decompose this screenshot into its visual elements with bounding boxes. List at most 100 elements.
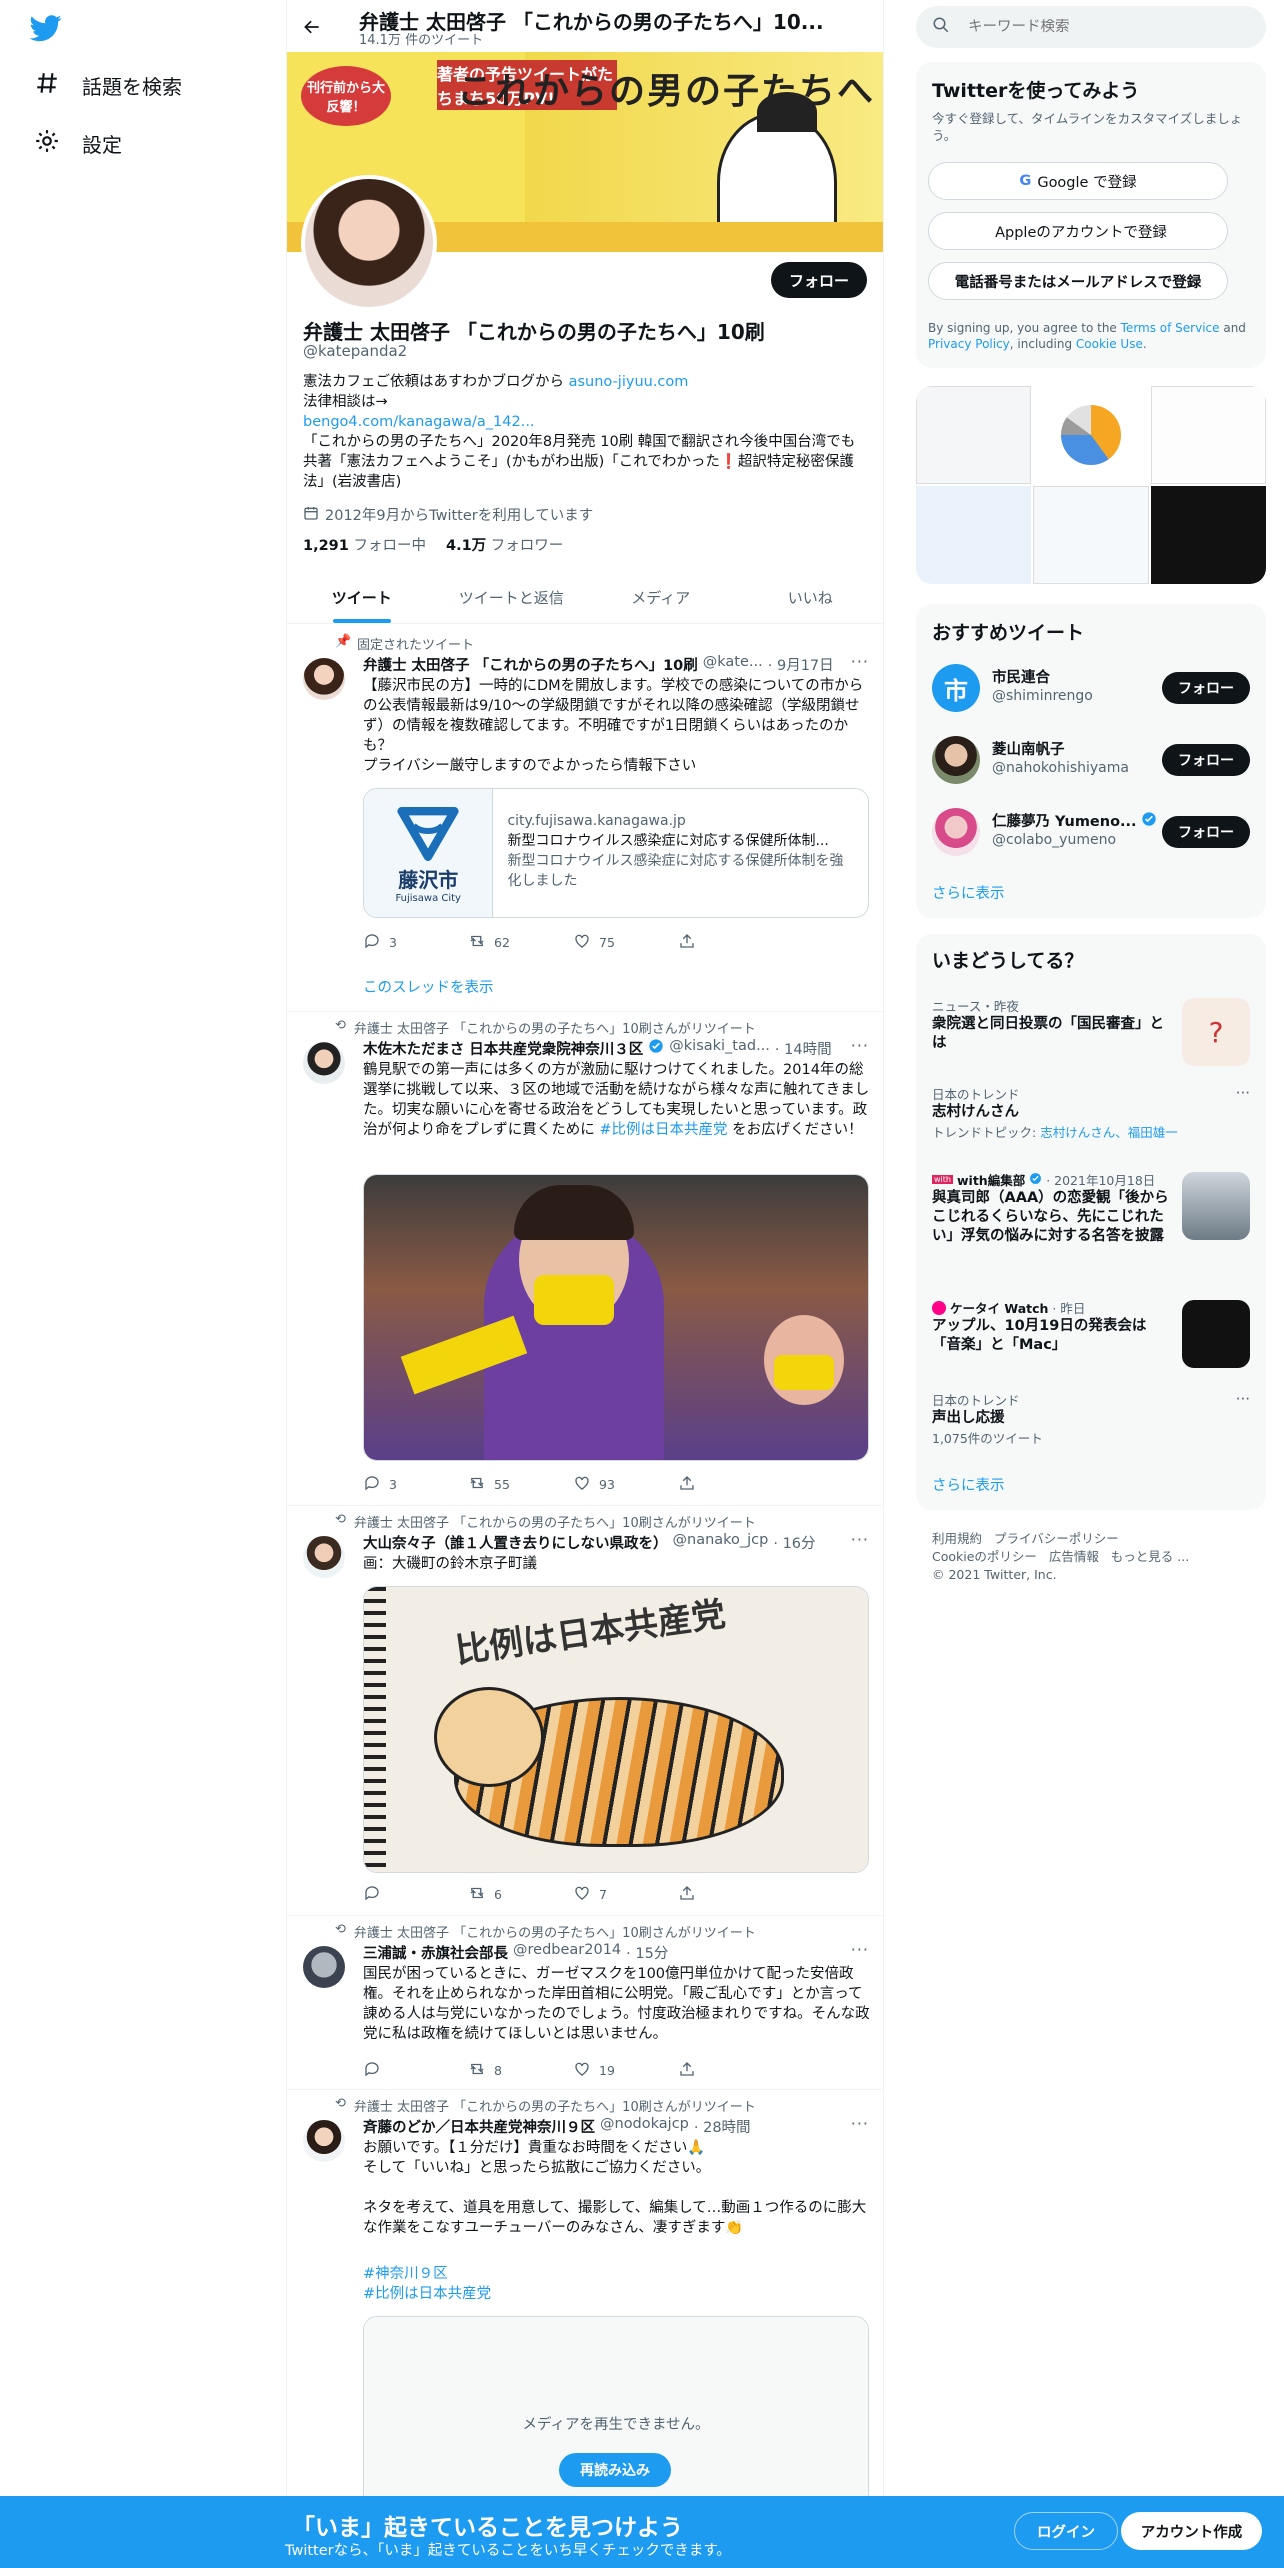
tab-likes[interactable]: いいね: [736, 572, 884, 623]
share-button[interactable]: [678, 1884, 783, 1905]
privacy-link[interactable]: Privacy Policy: [928, 337, 1010, 351]
footer-link[interactable]: プライバシーポリシー: [994, 1531, 1119, 1546]
more-options-icon[interactable]: ···: [851, 2114, 869, 2133]
apple-signup-button[interactable]: Appleのアカウントで登録: [928, 212, 1228, 250]
tweet-item[interactable]: ⟲ 弁護士 太田啓子 「これからの男の子たちへ」10刷さんがリツイート 三浦誠・…: [287, 1916, 883, 2090]
author-name[interactable]: 弁護士 太田啓子 「これからの男の子たちへ」10刷: [363, 654, 698, 675]
footer-link[interactable]: もっと見る ...: [1111, 1549, 1189, 1564]
reply-button[interactable]: [363, 2060, 468, 2081]
hashtag-link[interactable]: #比例は日本共産党: [363, 2282, 491, 2303]
avatar[interactable]: [303, 1536, 345, 1578]
avatar[interactable]: [303, 2120, 345, 2162]
trend-item[interactable]: 日本のトレンド 声出し応援 1,075件のツイート ···: [932, 1390, 1250, 1450]
follow-button[interactable]: フォロー: [1162, 744, 1250, 776]
footer-link[interactable]: Cookieのポリシー: [932, 1549, 1037, 1564]
retweet-button[interactable]: 6: [468, 1884, 573, 1905]
tweet-photo[interactable]: [363, 1174, 869, 1461]
share-button[interactable]: [678, 932, 783, 953]
login-button[interactable]: ログイン: [1014, 2512, 1118, 2550]
tab-media[interactable]: メディア: [586, 572, 736, 623]
media-thumb[interactable]: [916, 386, 1032, 484]
avatar[interactable]: [932, 808, 980, 856]
terms-link[interactable]: Terms of Service: [1121, 321, 1220, 335]
avatar[interactable]: [303, 1042, 345, 1084]
follow-button[interactable]: フォロー: [1162, 816, 1250, 848]
follow-button[interactable]: フォロー: [1162, 672, 1250, 704]
footer-link[interactable]: 利用規約: [932, 1531, 982, 1546]
author-name[interactable]: 斉藤のどか／日本共産党神奈川９区: [363, 2116, 595, 2137]
trend-item[interactable]: with with編集部 · 2021年10月18日 與真司郎（AAA）の恋愛観…: [932, 1170, 1250, 1280]
more-options-icon[interactable]: ···: [851, 652, 869, 671]
like-button[interactable]: 7: [573, 1884, 678, 1905]
avatar[interactable]: [932, 736, 980, 784]
follow-button[interactable]: フォロー: [770, 262, 867, 298]
following-link[interactable]: 1,291 フォロー中: [303, 534, 426, 555]
tweet-time[interactable]: · 15分: [626, 1942, 668, 1963]
trend-item[interactable]: ニュース・昨夜 衆院選と同日投票の「国民審査」とは ?: [932, 996, 1250, 1066]
more-options-icon[interactable]: ···: [1236, 1084, 1250, 1102]
retweet-button[interactable]: 55: [468, 1474, 573, 1495]
tweet-item[interactable]: 📌 固定されたツイート 弁護士 太田啓子 「これからの男の子たちへ」10刷 @k…: [287, 624, 883, 1012]
nav-settings[interactable]: 設定: [34, 128, 122, 159]
tweet-time[interactable]: · 14時間: [775, 1038, 832, 1059]
more-options-icon[interactable]: ···: [1236, 1390, 1250, 1408]
more-options-icon[interactable]: ···: [851, 1940, 869, 1959]
like-button[interactable]: 75: [573, 932, 678, 953]
trend-item[interactable]: 日本のトレンド 志村けんさん トレンドトピック: 志村けんさん、福田雄一 ···: [932, 1084, 1250, 1144]
twitter-logo-icon[interactable]: [29, 12, 66, 48]
media-thumb[interactable]: [1033, 386, 1149, 484]
show-more-link[interactable]: さらに表示: [932, 1474, 1005, 1495]
trend-topic-link[interactable]: 志村けんさん、福田雄一: [1040, 1125, 1178, 1140]
hashtag-link[interactable]: #比例は日本共産党: [599, 1122, 727, 1138]
share-button[interactable]: [678, 1474, 783, 1495]
media-thumb[interactable]: [1150, 486, 1266, 584]
show-more-link[interactable]: さらに表示: [932, 882, 1005, 903]
author-name[interactable]: 大山奈々子（誰１人置き去りにしない県政を）: [363, 1532, 668, 1553]
link-card[interactable]: 藤沢市 Fujisawa City city.fujisawa.kanagawa…: [363, 788, 869, 918]
avatar[interactable]: 市: [932, 664, 980, 712]
bio-link-asuno[interactable]: asuno-jiyuu.com: [569, 374, 689, 390]
author-handle[interactable]: @kate...: [703, 654, 763, 675]
cookie-link[interactable]: Cookie Use: [1076, 337, 1143, 351]
retweet-button[interactable]: 62: [468, 932, 573, 953]
author-handle[interactable]: @kisaki_tad...: [669, 1038, 770, 1059]
media-thumb[interactable]: [1033, 486, 1149, 584]
media-thumb[interactable]: [1150, 386, 1266, 484]
reply-button[interactable]: [363, 1884, 468, 1905]
more-options-icon[interactable]: ···: [851, 1530, 869, 1549]
tweet-time[interactable]: · 28時間: [694, 2116, 751, 2137]
profile-avatar[interactable]: [301, 175, 437, 311]
tweet-time[interactable]: · 9月17日: [768, 654, 834, 675]
tweet-item[interactable]: ⟲ 弁護士 太田啓子 「これからの男の子たちへ」10刷さんがリツイート 木佐木た…: [287, 1012, 883, 1506]
search-input[interactable]: [968, 19, 1228, 35]
hashtag-link[interactable]: #神奈川９区: [363, 2262, 448, 2283]
more-options-icon[interactable]: ···: [851, 1036, 869, 1055]
footer-link[interactable]: 広告情報: [1049, 1549, 1099, 1564]
avatar[interactable]: [303, 658, 345, 700]
phone-email-signup-button[interactable]: 電話番号またはメールアドレスで登録: [928, 262, 1228, 300]
author-handle[interactable]: @nodokajcp: [600, 2116, 689, 2137]
avatar[interactable]: [303, 1946, 345, 1988]
share-button[interactable]: [678, 2060, 783, 2081]
reply-button[interactable]: 3: [363, 932, 468, 953]
author-name[interactable]: 三浦誠・赤旗社会部長: [363, 1942, 508, 1963]
google-signup-button[interactable]: G Google で登録: [928, 162, 1228, 200]
reload-button[interactable]: 再読み込み: [559, 2453, 671, 2487]
rec-name[interactable]: 仁藤夢乃 Yumeno...: [992, 810, 1157, 831]
tab-tweets[interactable]: ツイート: [287, 572, 437, 623]
rec-name[interactable]: 菱山南帆子: [992, 738, 1065, 759]
bio-link-bengo4[interactable]: bengo4.com/kanagawa/a_142...: [303, 414, 535, 430]
author-handle[interactable]: @redbear2014: [513, 1942, 621, 1963]
tweet-time[interactable]: · 16分: [773, 1532, 815, 1553]
rec-name[interactable]: 市民連合: [992, 666, 1050, 687]
nav-explore[interactable]: 話題を検索: [34, 70, 182, 101]
author-handle[interactable]: @nanako_jcp: [673, 1532, 769, 1553]
tweet-item[interactable]: ⟲ 弁護士 太田啓子 「これからの男の子たちへ」10刷さんがリツイート 大山奈々…: [287, 1506, 883, 1916]
tab-tweets-and-replies[interactable]: ツイートと返信: [437, 572, 587, 623]
tweet-photo[interactable]: 比例は日本共産党: [363, 1586, 869, 1873]
back-arrow-icon[interactable]: [297, 12, 327, 42]
media-thumb[interactable]: [916, 486, 1032, 584]
signup-button[interactable]: アカウント作成: [1121, 2512, 1262, 2550]
like-button[interactable]: 19: [573, 2060, 678, 2081]
author-name[interactable]: 木佐木ただまさ 日本共産党衆院神奈川３区: [363, 1038, 643, 1059]
